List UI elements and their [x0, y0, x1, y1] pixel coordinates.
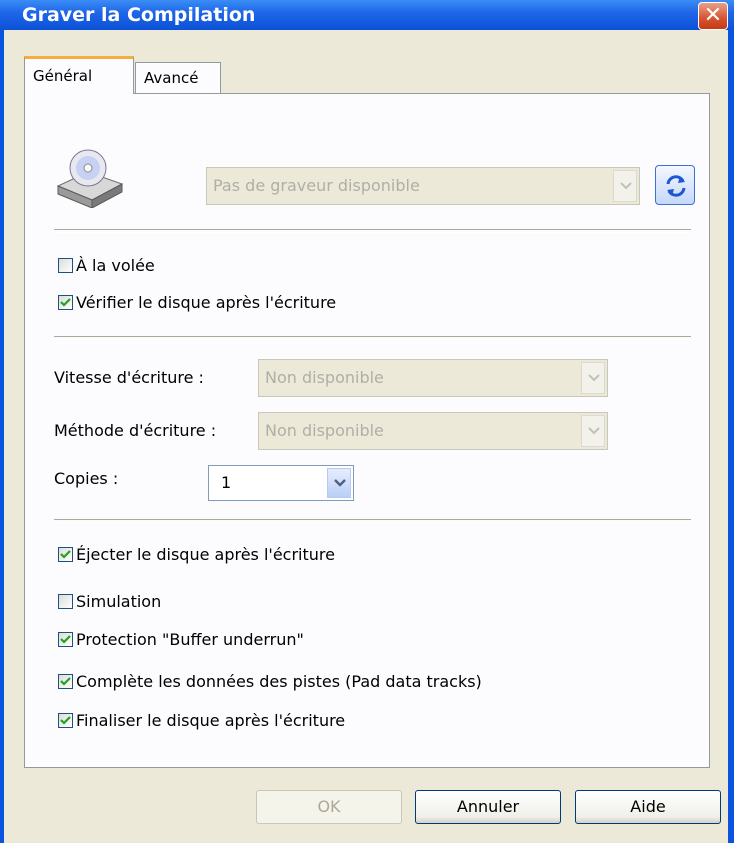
write-method-value: Non disponible — [265, 421, 384, 440]
write-method-label: Méthode d'écriture : — [54, 421, 217, 440]
checkbox-eject-disc[interactable] — [58, 547, 73, 562]
cd-drive-icon — [56, 149, 124, 208]
checkmark-icon — [60, 298, 71, 307]
checkbox-on-the-fly[interactable] — [58, 258, 73, 273]
write-speed-value: Non disponible — [265, 368, 384, 387]
drive-select-value: Pas de graveur disponible — [213, 176, 420, 195]
chevron-down-icon — [588, 427, 600, 435]
checkmark-icon — [60, 677, 71, 686]
tab-general[interactable]: Général — [24, 56, 134, 94]
write-method-dropdown-button[interactable] — [581, 415, 605, 447]
checkbox-verify-disc[interactable] — [58, 295, 73, 310]
tab-avance[interactable]: Avancé — [135, 62, 221, 94]
drive-select[interactable]: Pas de graveur disponible — [206, 167, 640, 205]
pad-data-tracks-label: Complète les données des pistes (Pad dat… — [76, 672, 482, 691]
eject-disc-label: Éjecter le disque après l'écriture — [76, 545, 335, 564]
checkbox-finalize-disc[interactable] — [58, 713, 73, 728]
close-icon: ✕ — [703, 3, 723, 28]
refresh-icon — [666, 175, 686, 197]
write-speed-dropdown-button[interactable] — [581, 362, 605, 394]
ok-button[interactable]: OK — [256, 790, 402, 824]
title-bar[interactable]: Graver la Compilation ✕ — [0, 0, 734, 30]
chevron-down-icon — [620, 182, 632, 190]
checkmark-icon — [60, 716, 71, 725]
verify-disc-label: Vérifier le disque après l'écriture — [76, 293, 337, 312]
chevron-down-icon — [588, 374, 600, 382]
drive-dropdown-button[interactable] — [613, 170, 637, 202]
copies-dropdown-button[interactable] — [327, 468, 351, 498]
checkbox-buffer-underrun[interactable] — [58, 632, 73, 647]
simulation-label: Simulation — [76, 592, 162, 611]
close-button[interactable]: ✕ — [698, 2, 728, 30]
separator-2 — [54, 336, 691, 340]
copies-select[interactable]: 1 — [208, 465, 354, 501]
help-button[interactable]: Aide — [575, 790, 721, 824]
separator-3 — [54, 519, 691, 523]
on-the-fly-label: À la volée — [76, 256, 155, 275]
checkbox-simulation[interactable] — [58, 594, 73, 609]
finalize-disc-label: Finaliser le disque après l'écriture — [76, 711, 346, 730]
write-speed-label: Vitesse d'écriture : — [54, 368, 204, 387]
copies-label: Copies : — [54, 469, 119, 488]
chevron-down-icon — [334, 479, 346, 487]
write-speed-select[interactable]: Non disponible — [258, 359, 608, 397]
window-title: Graver la Compilation — [22, 4, 256, 26]
cancel-button[interactable]: Annuler — [415, 790, 561, 824]
checkmark-icon — [60, 635, 71, 644]
separator-1 — [54, 229, 691, 233]
copies-value: 1 — [221, 473, 232, 492]
buffer-underrun-label: Protection "Buffer underrun" — [76, 630, 304, 649]
checkbox-pad-data-tracks[interactable] — [58, 674, 73, 689]
dialog-window: Graver la Compilation ✕ Avancé Général P… — [0, 0, 734, 843]
refresh-button[interactable] — [655, 165, 695, 205]
checkmark-icon — [60, 550, 71, 559]
write-method-select[interactable]: Non disponible — [258, 412, 608, 450]
